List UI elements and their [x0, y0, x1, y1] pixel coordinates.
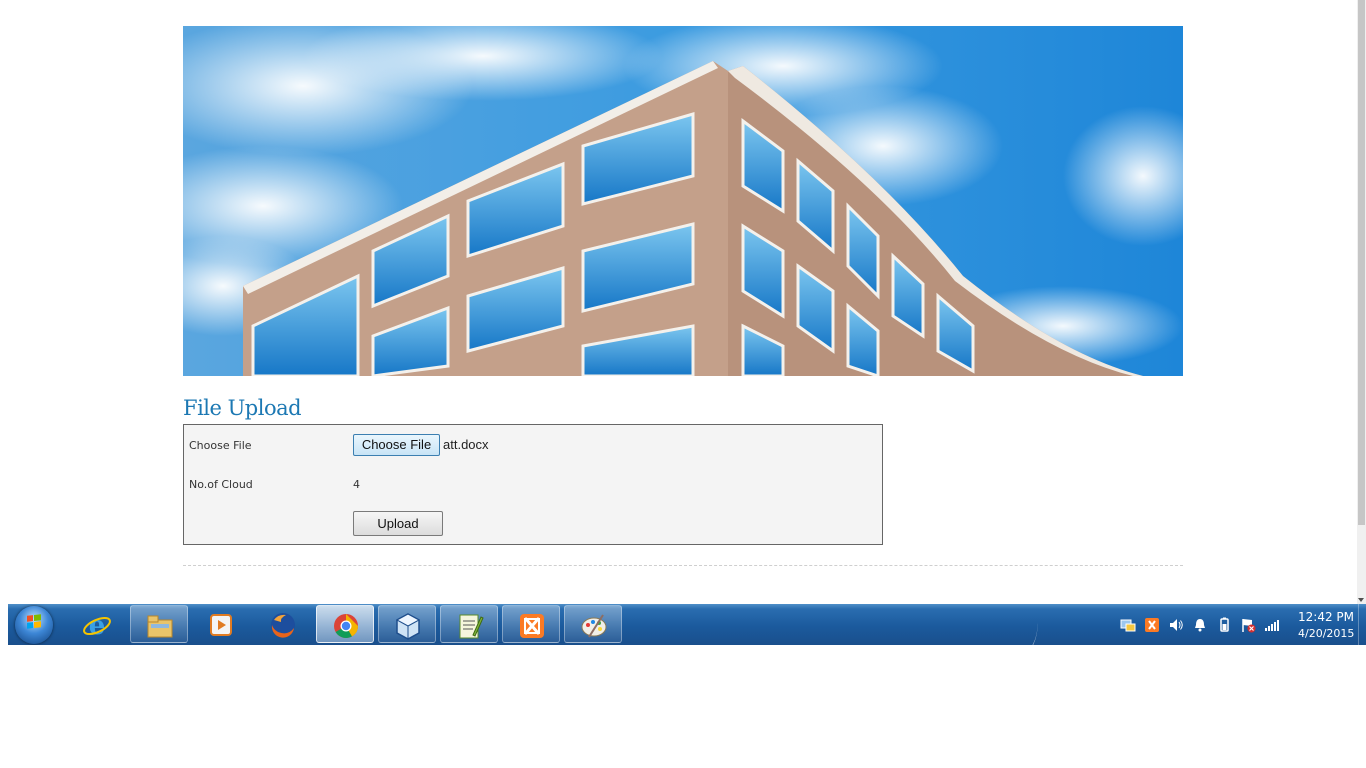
volume-icon[interactable]: [1168, 617, 1184, 633]
scroll-down-arrow-icon[interactable]: [1358, 598, 1364, 602]
taskbar-file-explorer[interactable]: [130, 605, 188, 643]
windows-logo-icon: [27, 614, 41, 629]
scrollbar-thumb[interactable]: [1358, 0, 1365, 525]
taskbar-media-player[interactable]: [192, 605, 250, 643]
browser-page: File Upload Choose File Choose File att.…: [0, 0, 1357, 604]
chrome-icon: [334, 614, 358, 639]
taskbar-internet-explorer[interactable]: e: [68, 605, 126, 643]
internet-explorer-icon: e: [83, 611, 111, 640]
firefox-icon: [271, 613, 295, 638]
choose-file-button[interactable]: Choose File: [353, 434, 440, 456]
taskbar-paint[interactable]: [564, 605, 622, 643]
folder-icon: [147, 615, 173, 638]
paint-palette-icon: [581, 614, 607, 638]
xampp-icon: [520, 614, 544, 638]
taskbar-xampp[interactable]: [502, 605, 560, 643]
svg-text:e: e: [89, 611, 106, 640]
divider: [183, 565, 1183, 566]
taskbar-firefox[interactable]: [254, 605, 312, 643]
virtualbox-cube-icon: [395, 613, 421, 640]
show-desktop-button[interactable]: [1358, 604, 1366, 645]
taskbar-chrome[interactable]: [316, 605, 374, 643]
clock-time[interactable]: 12:42 PM: [1298, 610, 1354, 624]
upload-button[interactable]: Upload: [353, 511, 443, 536]
banner-image-building: [183, 26, 1183, 376]
cloud-count-label: No.of Cloud: [189, 478, 253, 491]
taskbar-notepad-plus-plus[interactable]: [440, 605, 498, 643]
taskbar: e 12:42 PM 4/20/2015: [8, 604, 1366, 645]
xampp-tray-icon[interactable]: [1144, 617, 1160, 633]
media-player-icon: [210, 614, 232, 636]
notepad-plus-plus-icon: [459, 614, 484, 639]
action-center-flag-icon[interactable]: [1240, 617, 1256, 633]
cloud-count-value: 4: [353, 478, 360, 491]
upload-form: Choose File Choose File att.docx No.of C…: [183, 424, 883, 545]
signal-strength-icon[interactable]: [1264, 617, 1280, 633]
start-button[interactable]: [15, 606, 53, 644]
choose-file-label: Choose File: [189, 439, 252, 452]
selected-file-name: att.docx: [443, 437, 489, 452]
notification-bell-icon[interactable]: [1192, 617, 1208, 633]
vertical-scrollbar[interactable]: [1357, 0, 1366, 604]
network-config-icon[interactable]: [1120, 617, 1136, 633]
battery-icon[interactable]: [1216, 617, 1232, 633]
clock-date[interactable]: 4/20/2015: [1298, 627, 1354, 640]
taskbar-virtualbox[interactable]: [378, 605, 436, 643]
page-title: File Upload: [183, 396, 302, 420]
